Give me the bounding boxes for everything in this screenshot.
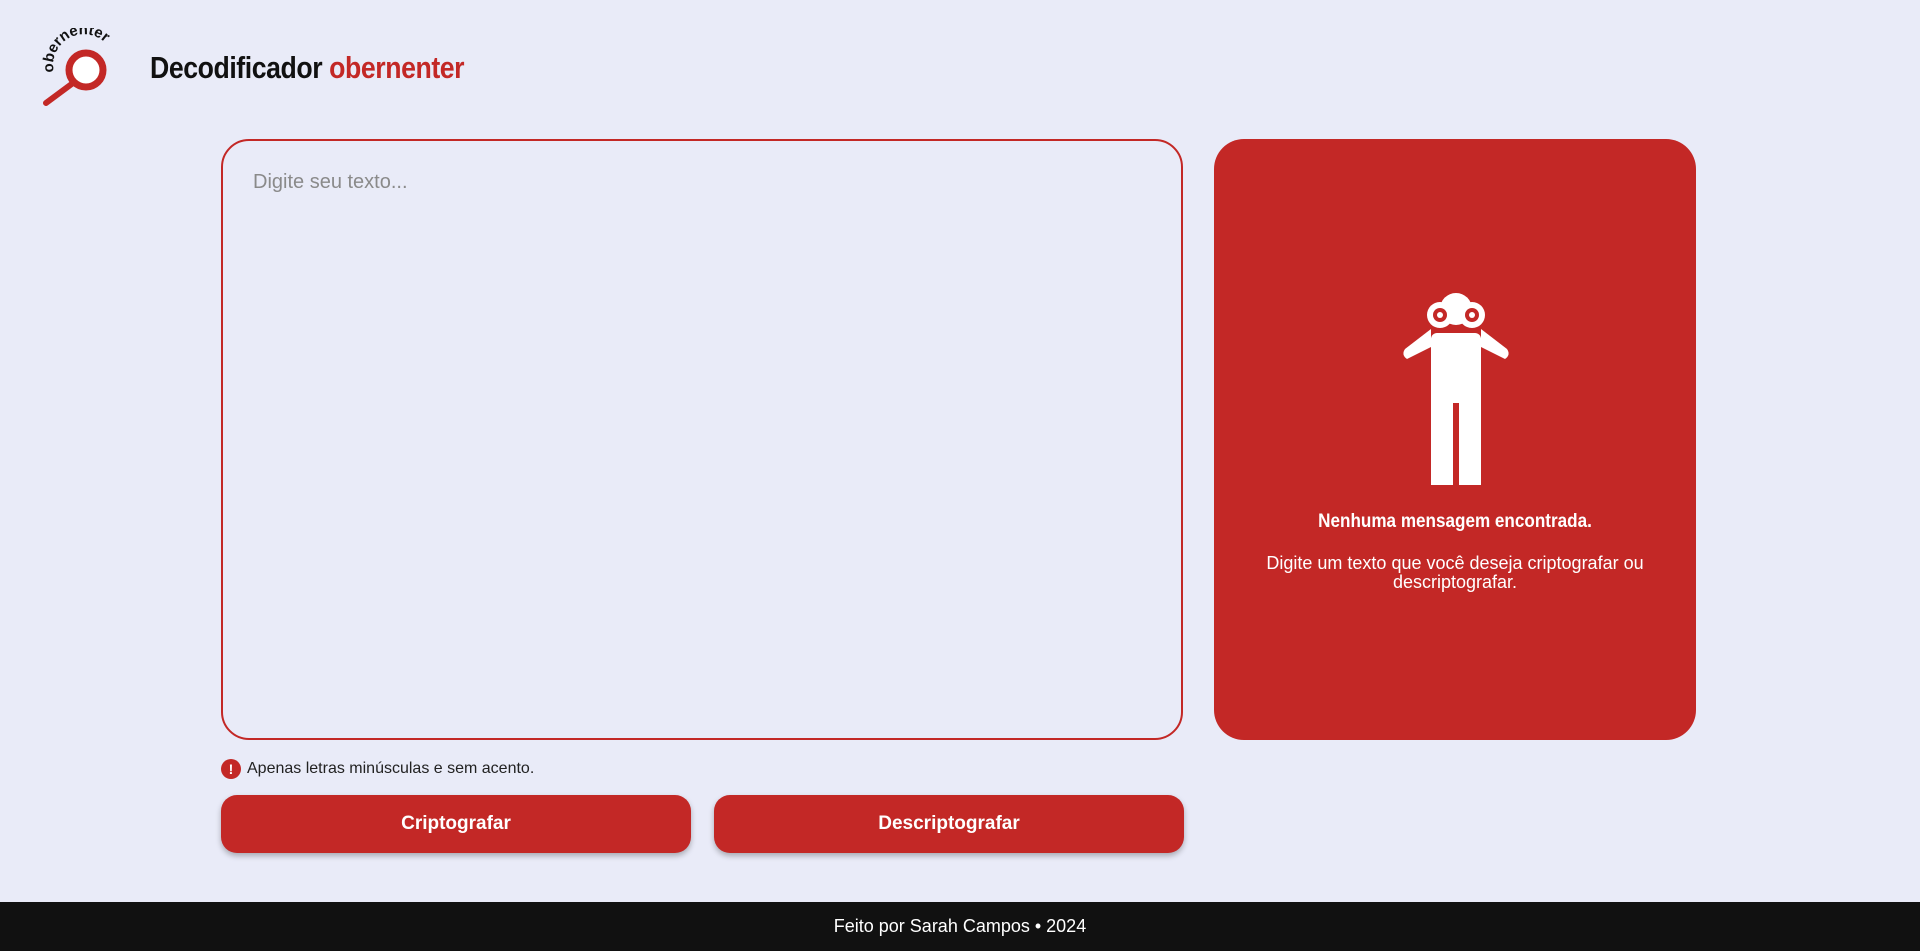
binoculars-person-icon: [1403, 293, 1509, 485]
encrypt-button[interactable]: Criptografar: [221, 795, 691, 853]
app-title: Decodificador obernenter: [150, 50, 465, 86]
decrypt-button[interactable]: Descriptografar: [714, 795, 1184, 853]
logo: obernenter: [40, 21, 122, 108]
hint-text: Apenas letras minúsculas e sem acento.: [247, 760, 535, 777]
header: obernenter Decodificador obernenter: [40, 21, 515, 108]
footer-text: Feito por Sarah Campos • 2024: [833, 916, 1087, 936]
alert-icon: !: [221, 759, 241, 779]
input-hint: ! Apenas letras minúsculas e sem acento.: [221, 759, 534, 779]
output-panel: Nenhuma mensagem encontrada. Digite um t…: [1214, 139, 1696, 740]
output-subtitle: Digite um texto que você deseja criptogr…: [1266, 553, 1644, 592]
output-title: Nenhuma mensagem encontrada.: [1318, 511, 1592, 532]
magnifier-logo-icon: obernenter: [40, 21, 113, 106]
text-input-container: [221, 139, 1183, 740]
footer: Feito por Sarah Campos • 2024: [0, 902, 1920, 951]
app-title-accent: obernenter: [329, 50, 465, 85]
app-title-prefix: Decodificador: [150, 50, 323, 85]
text-input[interactable]: [223, 141, 1181, 738]
